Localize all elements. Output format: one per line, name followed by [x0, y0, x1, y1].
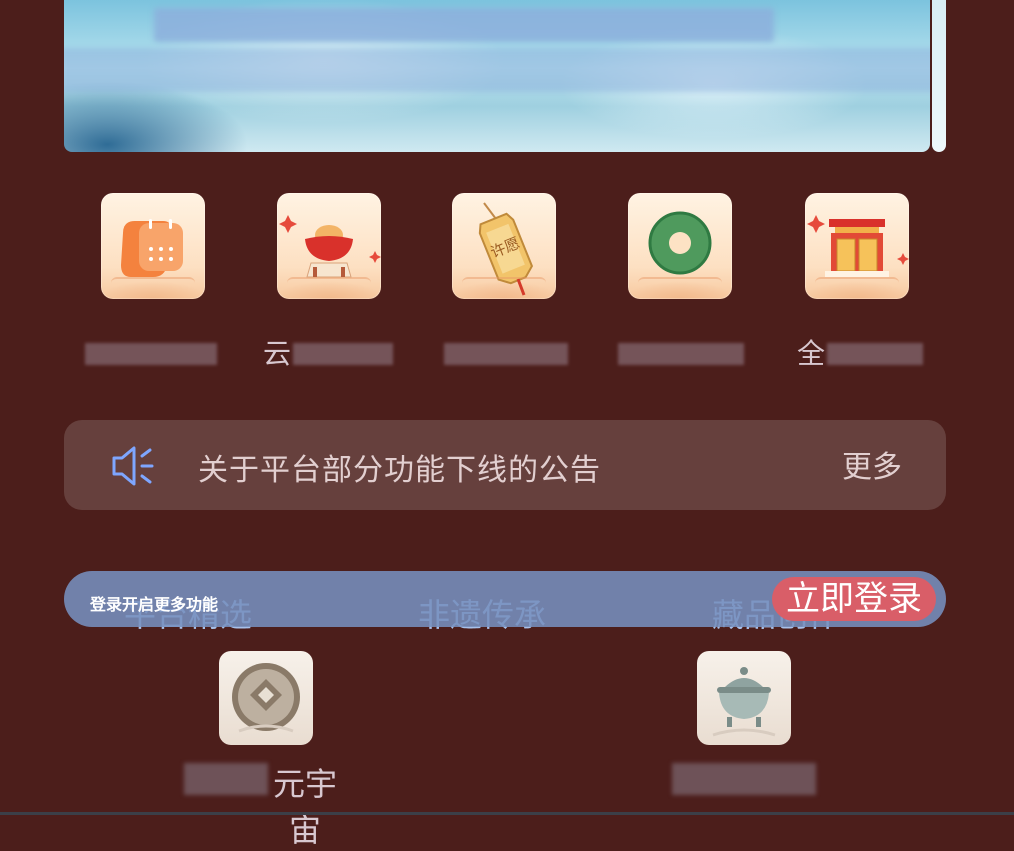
- announcement-more-link[interactable]: 更多: [842, 442, 902, 486]
- banner-next-slide[interactable]: [932, 0, 946, 152]
- announcement-bar[interactable]: 关于平台部分功能下线的公告 更多: [64, 420, 946, 510]
- login-button[interactable]: 立即登录: [772, 577, 936, 621]
- quick-menu-item-calendar[interactable]: [85, 193, 217, 367]
- speaker-icon: [108, 444, 156, 492]
- quick-menu-label-redacted: [85, 337, 217, 367]
- banner-subtitle-redacted: [64, 48, 930, 92]
- login-hint-text: 登录开启更多功能: [90, 595, 219, 614]
- banner-carousel[interactable]: [64, 0, 930, 152]
- quick-menu-item-jade[interactable]: [618, 193, 744, 367]
- calendar-icon: [101, 193, 205, 299]
- banner-title-redacted: [154, 8, 774, 42]
- login-prompt-bar: 登录开启更多功能 立即登录: [64, 571, 946, 627]
- emblem-coin-icon: [219, 651, 313, 745]
- jade-disc-icon: [628, 193, 732, 299]
- quick-menu-item-treasure[interactable]: 云: [263, 193, 393, 370]
- gate-icon: [805, 193, 909, 299]
- card-label: 元宇宙: [184, 759, 346, 849]
- treasure-bowl-icon: [277, 193, 381, 299]
- quick-menu-item-wish[interactable]: 许愿: [444, 193, 568, 367]
- quick-menu-item-all[interactable]: 全: [797, 193, 923, 370]
- quick-menu-label-redacted: [444, 337, 568, 367]
- wish-tablet-icon: 许愿: [452, 193, 556, 299]
- quick-menu-label-redacted: [618, 337, 744, 367]
- quick-menu-label-redacted: 全: [797, 337, 923, 370]
- incense-burner-icon: [697, 651, 791, 745]
- card-item-incense[interactable]: [664, 651, 824, 799]
- announcement-text[interactable]: 关于平台部分功能下线的公告: [198, 445, 601, 489]
- card-item-metaverse[interactable]: 元宇宙: [184, 651, 346, 849]
- card-label-redacted: [664, 759, 824, 799]
- quick-menu-label-redacted: 云: [263, 337, 393, 370]
